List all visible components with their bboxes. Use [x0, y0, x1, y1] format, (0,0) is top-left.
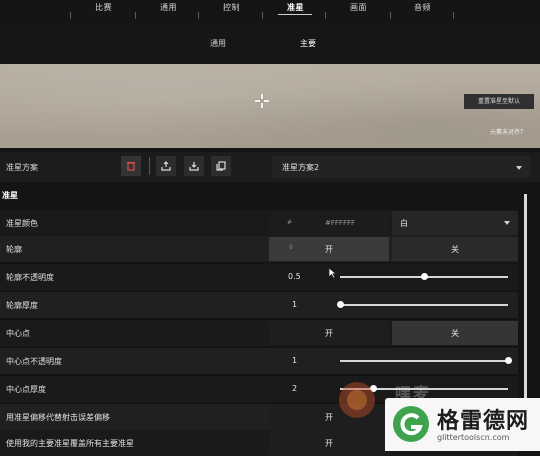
crosshair-preview: 重置准星至默认 元素未对齐？: [0, 64, 540, 148]
crosshair-color-label: 准星颜色: [6, 219, 38, 228]
delete-icon: [127, 162, 135, 171]
center-dot-on-button[interactable]: 开: [269, 321, 389, 345]
delete-profile-button[interactable]: [121, 156, 141, 176]
hex-color-input[interactable]: # #FFFFFF: [269, 211, 389, 235]
tab-general[interactable]: 通用: [160, 2, 177, 13]
center-dot-on-label: 开: [325, 329, 333, 338]
row-outline-opacity: 轮廓不透明度 0.5: [0, 264, 518, 290]
crosshair-icon: [255, 94, 269, 108]
center-dot-opacity-slider[interactable]: [340, 360, 508, 362]
tab-match[interactable]: 比赛: [95, 2, 112, 13]
tab-audio[interactable]: 音频: [414, 2, 431, 13]
toolbar-divider: [149, 157, 150, 175]
outline-on-button[interactable]: 开 8: [269, 237, 389, 261]
subtab-general[interactable]: 通用: [210, 38, 226, 49]
subtab-primary[interactable]: 主要: [300, 38, 316, 49]
outline-off-button[interactable]: 关: [392, 237, 518, 261]
profile-label: 准星方案: [6, 163, 38, 172]
tab-controls[interactable]: 控制: [223, 2, 240, 13]
nav-divider: [325, 12, 326, 19]
import-profile-button[interactable]: [156, 156, 176, 176]
outline-thickness-value[interactable]: 1: [292, 300, 297, 309]
override-all-on-button[interactable]: 开: [269, 431, 389, 455]
hex-color-value: #FFFFFF: [325, 219, 356, 227]
center-dot-off-label: 关: [451, 329, 459, 338]
sub-nav: 通用 主要: [0, 22, 540, 62]
copy-profile-button[interactable]: [211, 156, 231, 176]
outline-opacity-label: 轮廓不透明度: [6, 273, 54, 282]
center-dot-label: 中心点: [6, 329, 30, 338]
center-dot-off-button[interactable]: 关: [392, 321, 518, 345]
nav-divider: [70, 12, 71, 19]
outline-opacity-slider-knob[interactable]: [420, 273, 428, 280]
tab-video[interactable]: 画面: [350, 2, 367, 13]
export-profile-button[interactable]: [184, 156, 204, 176]
color-dropdown-value: 白: [400, 219, 408, 228]
chevron-down-icon: [504, 221, 510, 225]
section-title-text: 准星: [2, 191, 18, 200]
override-all-on-label: 开: [325, 439, 333, 448]
row-outline: 轮廓 开 8 关: [0, 236, 518, 262]
row-center-dot-opacity: 中心点不透明度 1: [0, 348, 518, 374]
scrollbar[interactable]: [524, 194, 527, 419]
outline-label: 轮廓: [6, 245, 22, 254]
profile-dropdown-value: 准星方案2: [282, 163, 320, 172]
firing-error-offset-label: 用准星偏移代替射击误差偏移: [6, 413, 110, 422]
row-center-dot: 中心点 开 关: [0, 320, 518, 346]
outline-level: 8: [289, 244, 293, 251]
outline-opacity-value[interactable]: 0.5: [288, 272, 301, 281]
center-dot-opacity-label: 中心点不透明度: [6, 357, 62, 366]
tab-crosshair[interactable]: 准星: [287, 2, 304, 13]
center-dot-thickness-label: 中心点厚度: [6, 385, 46, 394]
copy-icon: [216, 161, 226, 171]
brand-url: glittertoolscn.com: [437, 433, 510, 442]
outline-thickness-slider[interactable]: [340, 304, 508, 306]
profile-bar: 准星方案 准星方案2: [0, 152, 540, 182]
color-dropdown[interactable]: 白: [392, 211, 518, 235]
outline-on-label: 开: [325, 245, 333, 254]
nav-divider: [453, 12, 454, 19]
brand-watermark: 格雷德网 glittertoolscn.com: [385, 398, 540, 451]
hash-icon: #: [287, 219, 293, 226]
download-icon: [189, 162, 199, 171]
row-crosshair-color: 准星颜色 # #FFFFFF 白: [0, 210, 518, 236]
reset-crosshair-button[interactable]: 重置准星至默认: [464, 94, 534, 109]
center-dot-thickness-value[interactable]: 2: [292, 384, 297, 393]
nav-divider: [262, 12, 263, 19]
upload-icon: [161, 161, 171, 171]
outline-off-label: 关: [451, 245, 459, 254]
center-dot-opacity-value[interactable]: 1: [292, 356, 297, 365]
center-dot-opacity-slider-knob[interactable]: [504, 357, 512, 364]
active-tab-underline: [278, 14, 312, 15]
row-outline-thickness: 轮廓厚度 1: [0, 292, 518, 318]
brand-title: 格雷德网: [437, 409, 530, 434]
nav-divider: [135, 12, 136, 19]
outline-thickness-label: 轮廓厚度: [6, 301, 38, 310]
nav-divider: [198, 12, 199, 19]
outline-thickness-slider-knob[interactable]: [336, 301, 344, 308]
nav-divider: [390, 12, 391, 19]
override-all-label: 使用我的主要准星覆盖所有主要准星: [6, 439, 134, 448]
chevron-down-icon: [516, 166, 522, 170]
brand-logo-icon: [393, 406, 429, 442]
profile-dropdown[interactable]: 准星方案2: [272, 156, 530, 178]
top-nav: 比赛 通用 控制 准星 画面 音频: [0, 0, 540, 19]
mouse-cursor-icon: [328, 267, 337, 279]
misaligned-link[interactable]: 元素未对齐？: [490, 127, 526, 136]
